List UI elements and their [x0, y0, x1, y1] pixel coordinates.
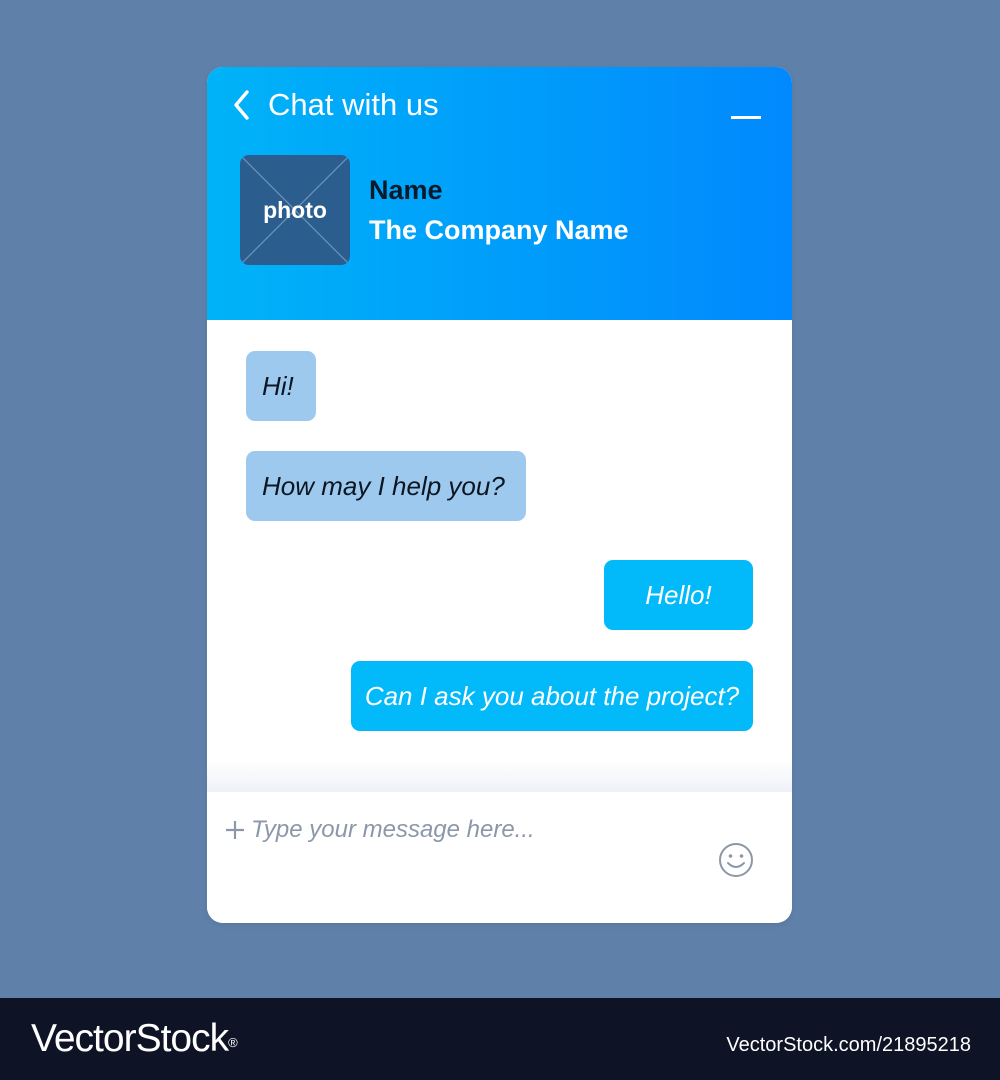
message-composer	[207, 792, 792, 923]
composer-divider-shadow	[207, 760, 792, 792]
stock-footer-bar: VectorStock® VectorStock.com/21895218	[0, 998, 1000, 1080]
chat-header: Chat with us photo Name The Company Name	[207, 67, 792, 320]
smiley-icon	[719, 843, 753, 877]
brand-name: VectorStock	[31, 1017, 229, 1060]
attach-button[interactable]	[223, 818, 247, 842]
contact-name: Name	[369, 175, 443, 205]
chat-widget: Chat with us photo Name The Company Name…	[207, 67, 792, 923]
message-bubble-incoming: Hi!	[246, 351, 316, 421]
minimize-button[interactable]	[725, 105, 765, 129]
emoji-button[interactable]	[717, 841, 755, 879]
company-name: The Company Name	[369, 215, 629, 245]
chevron-left-icon	[234, 90, 249, 120]
minimize-icon	[731, 116, 761, 119]
message-bubble-outgoing: Hello!	[604, 560, 753, 630]
plus-icon	[226, 821, 244, 839]
message-bubble-outgoing: Can I ask you about the project?	[351, 661, 753, 731]
chat-title: Chat with us	[268, 87, 439, 122]
message-list: Hi! How may I help you? Hello! Can I ask…	[207, 320, 792, 760]
registered-mark: ®	[228, 1035, 238, 1050]
message-bubble-incoming: How may I help you?	[246, 451, 526, 521]
brand-logo: VectorStock®	[31, 1014, 238, 1064]
image-id: VectorStock.com/21895218	[726, 1034, 971, 1056]
avatar-label: photo	[263, 197, 327, 223]
message-input[interactable]	[251, 812, 691, 848]
back-button[interactable]	[229, 87, 255, 123]
avatar: photo	[240, 155, 350, 265]
